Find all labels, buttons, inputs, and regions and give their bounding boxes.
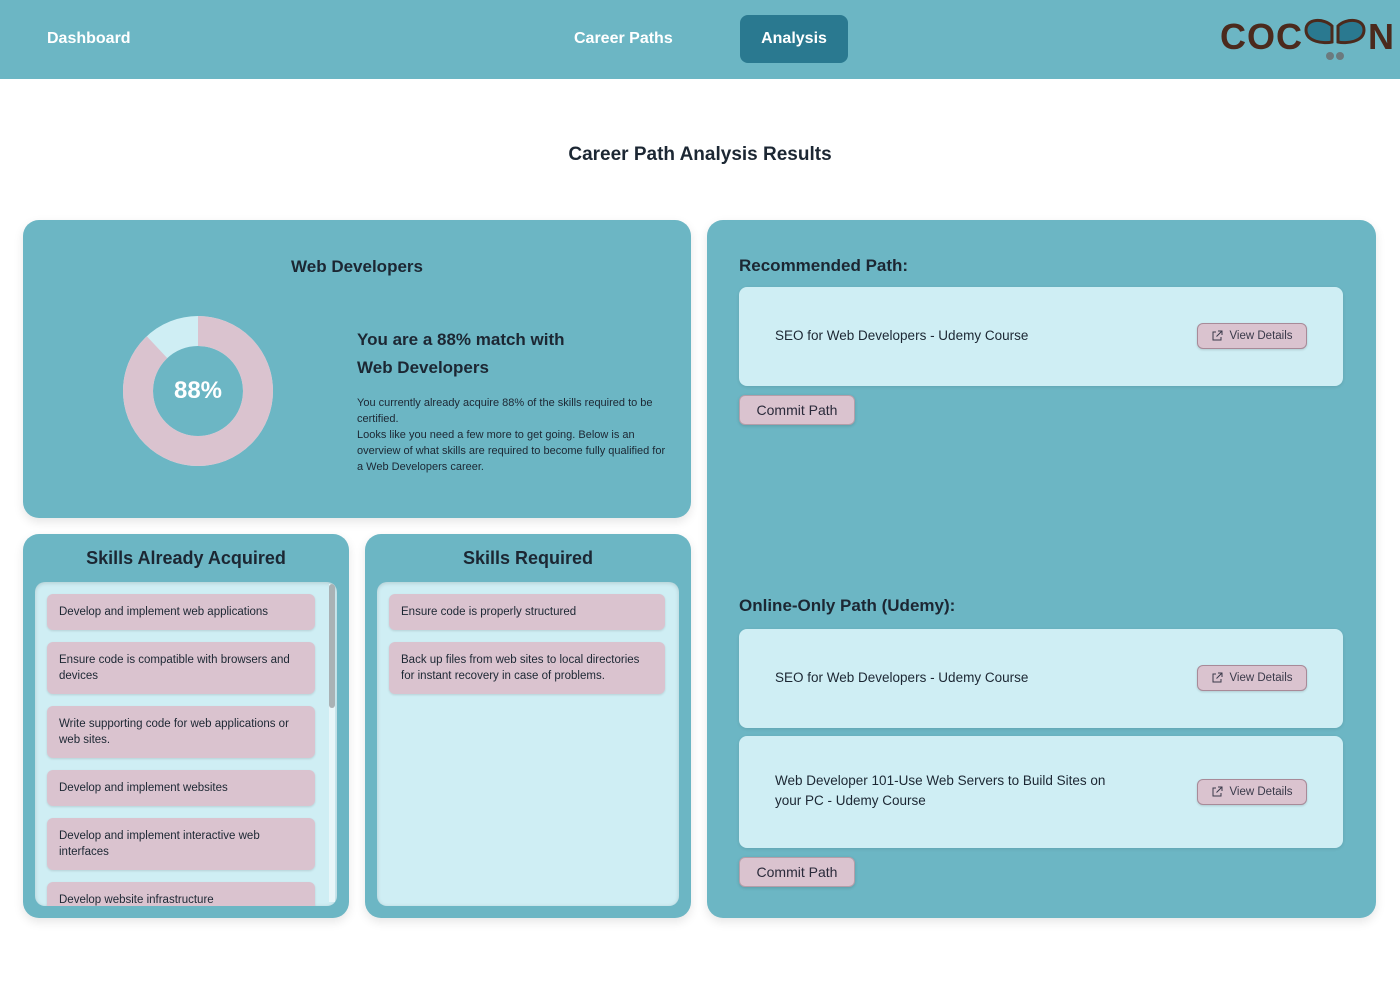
list-item: Develop and implement interactive web in…: [47, 818, 315, 870]
butterfly-icon: [1304, 19, 1366, 60]
logo-text-right: N: [1368, 16, 1395, 57]
list-item: Write supporting code for web applicatio…: [47, 706, 315, 758]
skills-acquired-card: Skills Already Acquired Develop and impl…: [23, 534, 349, 918]
course-card: Web Developer 101-Use Web Servers to Bui…: [739, 736, 1343, 848]
external-link-icon: [1212, 786, 1223, 797]
scrollbar-thumb[interactable]: [329, 584, 335, 708]
match-headline-line2: Web Developers: [357, 358, 489, 377]
match-description-line1: You currently already acquire 88% of the…: [357, 397, 653, 425]
match-description-line2: Looks like you need a few more to get go…: [357, 429, 666, 473]
skills-acquired-title: Skills Already Acquired: [86, 548, 286, 568]
view-details-label: View Details: [1229, 330, 1293, 342]
cocoon-logo[interactable]: COC N: [1220, 10, 1400, 64]
commit-path-button[interactable]: Commit Path: [739, 857, 855, 887]
paths-card: Recommended Path: SEO for Web Developers…: [707, 220, 1376, 918]
skills-required-list[interactable]: Ensure code is properly structured Back …: [377, 582, 679, 906]
external-link-icon: [1212, 672, 1223, 683]
view-details-label: View Details: [1229, 672, 1293, 684]
match-percent-label: 88%: [173, 377, 223, 404]
skills-required-card: Skills Required Ensure code is properly …: [365, 534, 691, 918]
course-name: Web Developer 101-Use Web Servers to Bui…: [775, 773, 1106, 808]
match-card: Web Developers 88% You are a 88% match w…: [23, 220, 691, 518]
course-card: SEO for Web Developers - Udemy Course Vi…: [739, 629, 1343, 728]
list-item: Develop and implement websites: [47, 770, 315, 806]
course-name: SEO for Web Developers - Udemy Course: [775, 328, 1029, 343]
view-details-button[interactable]: View Details: [1197, 665, 1307, 691]
nav-career-paths[interactable]: Career Paths: [551, 15, 696, 63]
view-details-button[interactable]: View Details: [1197, 779, 1307, 805]
match-description: You currently already acquire 88% of the…: [357, 395, 667, 475]
course-card: SEO for Web Developers - Udemy Course Vi…: [739, 287, 1343, 386]
skills-acquired-list[interactable]: Develop and implement web applications E…: [35, 582, 337, 906]
nav-dashboard[interactable]: Dashboard: [24, 15, 154, 63]
nav-analysis[interactable]: Analysis: [740, 15, 848, 63]
list-item: Ensure code is properly structured: [389, 594, 665, 630]
page-title: Career Path Analysis Results: [568, 144, 832, 165]
top-nav: Dashboard Career Paths Analysis COC N: [0, 0, 1400, 79]
career-title: Web Developers: [291, 257, 423, 276]
list-item: Ensure code is compatible with browsers …: [47, 642, 315, 694]
match-headline-line1: You are a 88% match with: [357, 330, 565, 349]
list-item: Back up files from web sites to local di…: [389, 642, 665, 694]
view-details-label: View Details: [1229, 786, 1293, 798]
logo-text-left: COC: [1220, 16, 1303, 57]
external-link-icon: [1212, 330, 1223, 341]
match-headline: You are a 88% match with Web Developers: [357, 326, 657, 382]
commit-path-button[interactable]: Commit Path: [739, 395, 855, 425]
list-item: Develop website infrastructure: [47, 882, 315, 906]
online-path-title: Online-Only Path (Udemy):: [739, 596, 956, 615]
course-name: SEO for Web Developers - Udemy Course: [775, 670, 1029, 685]
view-details-button[interactable]: View Details: [1197, 323, 1307, 349]
recommended-path-title: Recommended Path:: [739, 256, 909, 275]
skills-required-title: Skills Required: [462, 548, 594, 568]
list-item: Develop and implement web applications: [47, 594, 315, 630]
